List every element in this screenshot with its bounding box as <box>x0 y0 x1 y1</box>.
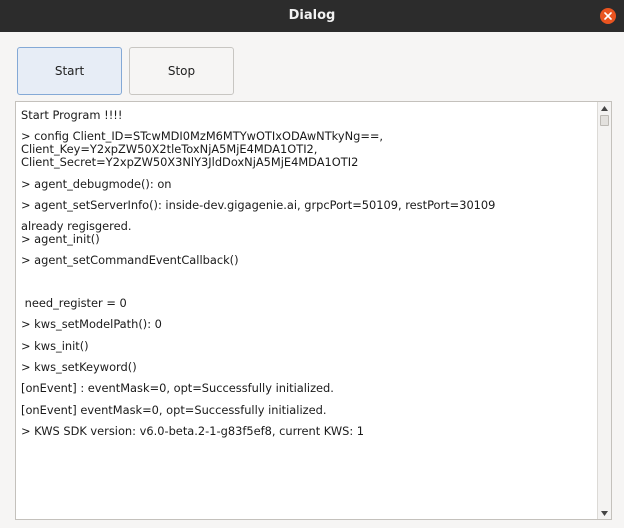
scroll-down-button[interactable] <box>598 507 611 519</box>
log-line: Start Program !!!! <box>21 108 123 122</box>
arrow-up-icon <box>601 105 608 111</box>
log-line: [onEvent] eventMask=0, opt=Successfully … <box>21 402 327 417</box>
log-line: Client_Secret=Y2xpZW50X3NlY3JldDoxNjA5Mj… <box>21 155 359 170</box>
log-line: [onEvent] : eventMask=0, opt=Successfull… <box>21 381 334 396</box>
log-line: > kws_setKeyword() <box>21 359 137 374</box>
start-button[interactable]: Start <box>17 47 122 95</box>
log-line: > kws_init() <box>21 338 89 353</box>
window-title: Dialog <box>288 8 336 23</box>
dialog-window: Dialog Start Stop Start Program !!!! > c… <box>0 0 624 528</box>
vertical-scrollbar[interactable] <box>597 102 611 519</box>
log-line: > agent_debugmode(): on <box>21 176 172 191</box>
log-line: > agent_setServerInfo(): inside-dev.giga… <box>21 197 496 212</box>
log-content: Start Program !!!! > config Client_ID=ST… <box>21 109 595 446</box>
log-line: > KWS SDK version: v6.0-beta.2-1-g83f5ef… <box>21 423 365 438</box>
scroll-up-button[interactable] <box>598 102 611 114</box>
log-line: already regisgered. <box>21 219 132 234</box>
close-button[interactable] <box>600 8 616 24</box>
log-line: need_register = 0 <box>21 296 127 311</box>
log-line: > agent_setCommandEventCallback() <box>21 253 239 268</box>
log-line: > kws_setModelPath(): 0 <box>21 317 162 332</box>
stop-button[interactable]: Stop <box>129 47 234 95</box>
arrow-down-icon <box>601 510 608 516</box>
close-icon <box>604 12 612 20</box>
log-output-area[interactable]: Start Program !!!! > config Client_ID=ST… <box>15 101 612 520</box>
title-bar[interactable]: Dialog <box>0 0 624 32</box>
scroll-thumb[interactable] <box>600 115 609 126</box>
log-line: > agent_init() <box>21 232 100 247</box>
